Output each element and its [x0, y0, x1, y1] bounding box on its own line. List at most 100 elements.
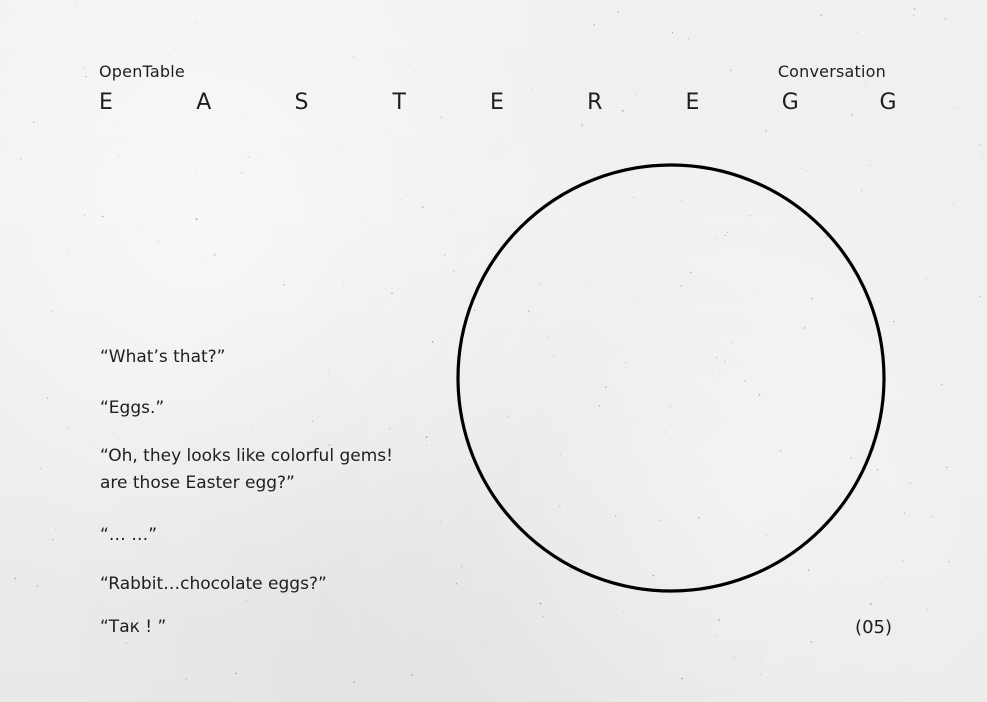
- paper-speck: [487, 86, 489, 87]
- paper-speck: [54, 31, 56, 33]
- paper-speck: [944, 17, 947, 20]
- paper-speck: [941, 383, 943, 386]
- paper-speck: [426, 445, 428, 447]
- paper-speck: [195, 21, 197, 23]
- paper-speck: [85, 75, 87, 78]
- paper-speck: [431, 341, 434, 343]
- dialogue-line: “What’s that?”: [100, 347, 226, 367]
- paper-speck: [183, 371, 184, 373]
- dialogue-line: are those Easter egg?”: [100, 473, 295, 493]
- paper-speck: [952, 203, 955, 206]
- paper-speck: [45, 429, 47, 431]
- paper-speck: [909, 482, 911, 484]
- paper-speck: [856, 31, 859, 33]
- paper-speck: [870, 603, 872, 605]
- paper-speck: [539, 602, 542, 605]
- paper-speck: [241, 172, 243, 174]
- paper-speck: [185, 678, 187, 680]
- paper-speck: [139, 226, 141, 228]
- paper-speck: [485, 607, 487, 609]
- title-letter: E: [99, 90, 113, 115]
- paper-speck: [247, 156, 249, 158]
- paper-speck: [969, 334, 970, 336]
- paper-speck: [657, 155, 658, 157]
- paper-speck: [20, 158, 22, 160]
- paper-speck: [51, 310, 54, 312]
- paper-speck: [759, 673, 761, 676]
- paper-speck: [681, 677, 683, 680]
- paper-speck: [940, 51, 941, 53]
- paper-speck: [313, 203, 314, 205]
- paper-speck: [127, 335, 129, 337]
- title-letter: G: [781, 90, 799, 115]
- paper-speck: [593, 24, 595, 26]
- paper-speck: [83, 68, 85, 70]
- paper-speck: [88, 289, 89, 290]
- paper-speck: [925, 278, 928, 280]
- paper-speck: [501, 86, 503, 87]
- paper-speck: [251, 430, 253, 431]
- paper-speck: [262, 156, 264, 158]
- paper-speck: [195, 218, 198, 221]
- paper-speck: [28, 589, 30, 590]
- paper-speck: [716, 635, 718, 638]
- paper-speck: [898, 636, 900, 638]
- egg-circle: [456, 163, 886, 593]
- title-letter: R: [587, 90, 603, 115]
- paper-speck: [364, 221, 366, 223]
- paper-speck: [443, 254, 446, 256]
- paper-speck: [931, 516, 933, 518]
- paper-speck: [168, 55, 170, 57]
- paper-speck: [933, 490, 935, 492]
- paper-speck: [542, 615, 545, 618]
- paper-speck: [730, 69, 732, 71]
- dialogue-line: “Eggs.”: [100, 398, 165, 418]
- paper-speck: [683, 629, 684, 630]
- paper-speck: [157, 241, 159, 243]
- page-title: E A S T E R E G G: [97, 90, 897, 122]
- paper-speck: [941, 40, 942, 41]
- paper-speck: [343, 285, 345, 287]
- paper-speck: [425, 436, 428, 438]
- paper-speck: [204, 262, 206, 263]
- paper-speck: [895, 38, 897, 40]
- paper-speck: [765, 130, 767, 132]
- paper-speck: [195, 169, 197, 171]
- paper-speck: [66, 445, 68, 447]
- paper-speck: [113, 431, 115, 434]
- paper-speck: [581, 124, 584, 126]
- paper-speck: [327, 372, 330, 374]
- paper-speck: [90, 444, 92, 446]
- paper-speck: [75, 1, 77, 3]
- paper-speck: [457, 689, 459, 692]
- paper-speck: [733, 657, 735, 659]
- paper-speck: [352, 55, 354, 57]
- paper-speck: [783, 615, 785, 616]
- paper-speck: [938, 27, 939, 29]
- paper-speck: [396, 635, 399, 638]
- paper-speck: [213, 254, 216, 256]
- paper-speck: [671, 32, 674, 34]
- paper-speck: [152, 37, 155, 39]
- paper-speck: [0, 645, 2, 646]
- paper-speck: [125, 642, 127, 644]
- paper-speck: [208, 670, 210, 671]
- paper-speck: [623, 610, 625, 613]
- paper-speck: [389, 428, 391, 430]
- title-letter: E: [490, 90, 504, 115]
- paper-speck: [912, 14, 915, 17]
- paper-speck: [926, 608, 929, 611]
- paper-speck: [411, 674, 413, 677]
- paper-speck: [42, 162, 44, 164]
- paper-speck: [389, 131, 391, 133]
- paper-speck: [235, 672, 238, 675]
- paper-speck: [740, 18, 742, 20]
- paper-speck: [924, 484, 926, 486]
- paper-speck: [760, 662, 762, 664]
- paper-speck: [810, 640, 813, 643]
- paper-speck: [46, 397, 49, 400]
- paper-speck: [79, 76, 81, 78]
- title-letter: G: [879, 90, 897, 115]
- paper-speck: [1, 92, 3, 94]
- paper-speck: [913, 8, 916, 10]
